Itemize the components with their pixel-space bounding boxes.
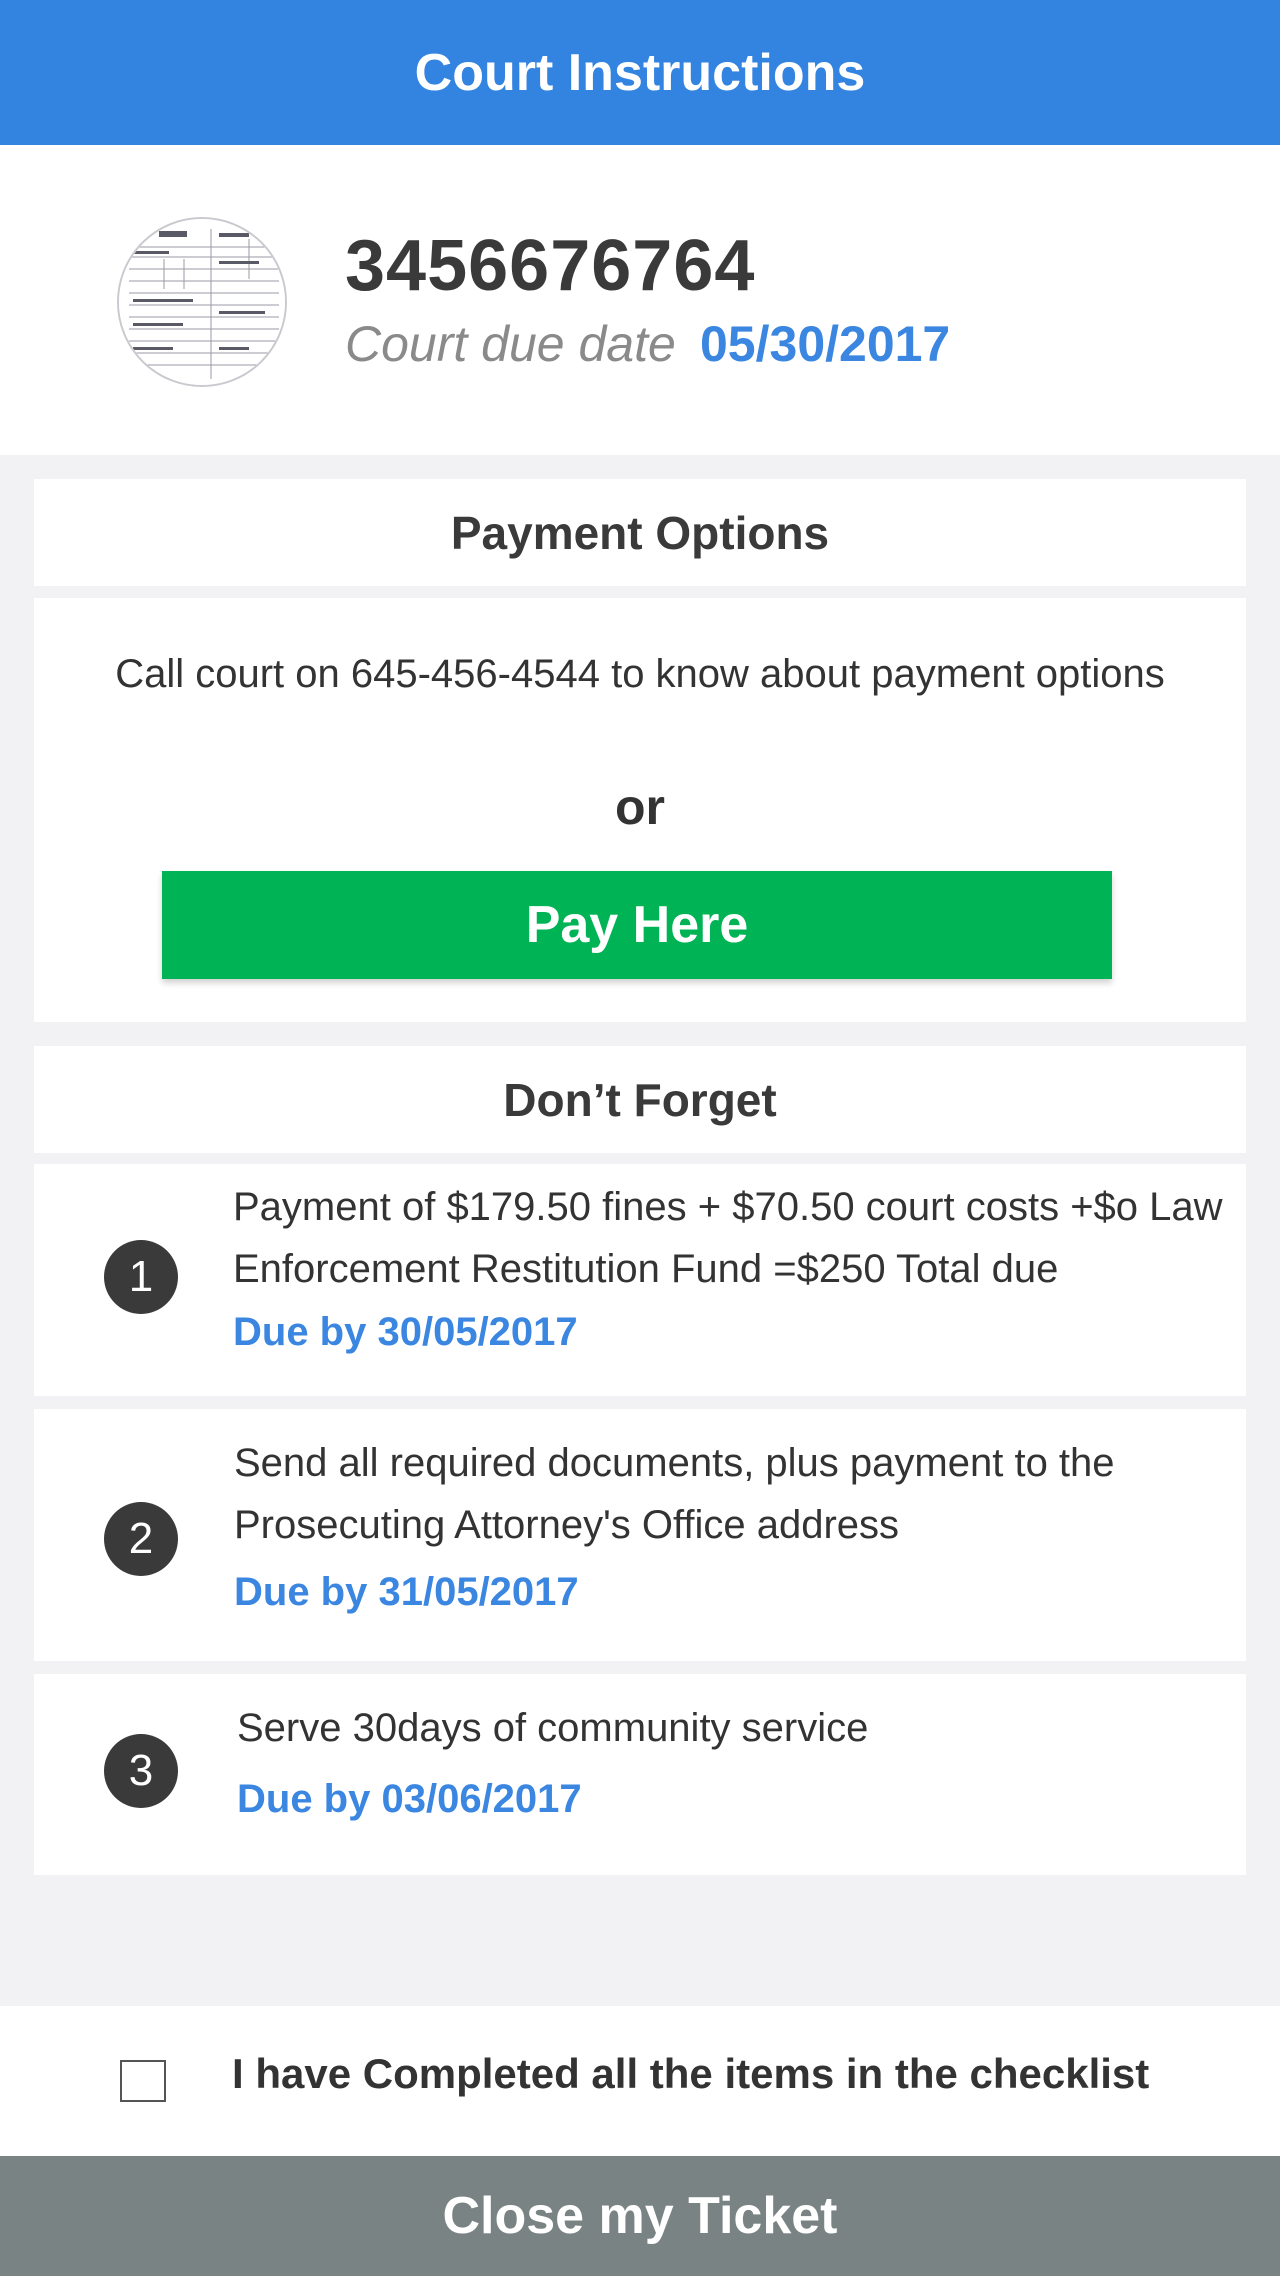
- step-number-badge: 3: [104, 1734, 178, 1808]
- payment-options-card: Call court on 645-456-4544 to know about…: [34, 598, 1246, 1022]
- step-number-badge: 1: [104, 1240, 178, 1314]
- checklist-item-1: 1 Payment of $179.50 fines + $70.50 cour…: [34, 1164, 1246, 1396]
- ticket-number: 3456676764: [345, 226, 756, 306]
- checklist-item-text: Send all required documents, plus paymen…: [234, 1441, 1115, 1547]
- checklist-item-due: Due by 30/05/2017: [233, 1310, 578, 1354]
- or-separator: or: [615, 779, 665, 835]
- close-ticket-button[interactable]: Close my Ticket: [0, 2156, 1280, 2276]
- dont-forget-title: Don’t Forget: [503, 1073, 777, 1126]
- ticket-document-thumbnail-icon[interactable]: [117, 217, 287, 387]
- checklist-item-text: Payment of $179.50 fines + $70.50 court …: [233, 1185, 1223, 1291]
- completion-checkbox[interactable]: [120, 2060, 166, 2102]
- payment-call-instructions: Call court on 645-456-4544 to know about…: [115, 652, 1165, 696]
- completion-checklist-row: I have Completed all the items in the ch…: [0, 2006, 1280, 2156]
- payment-options-heading: Payment Options: [34, 479, 1246, 586]
- page-title: Court Instructions: [414, 43, 866, 102]
- pay-here-button[interactable]: Pay Here: [162, 871, 1112, 979]
- step-number-badge: 2: [104, 1502, 178, 1576]
- checklist-item-text: Serve 30days of community service: [237, 1706, 869, 1750]
- app-header: Court Instructions: [0, 0, 1280, 145]
- court-due-label: Court due date: [345, 316, 676, 372]
- checklist-item-due: Due by 31/05/2017: [234, 1570, 579, 1614]
- checklist-item-due: Due by 03/06/2017: [237, 1777, 582, 1821]
- dont-forget-heading: Don’t Forget: [34, 1046, 1246, 1153]
- ticket-summary: 3456676764 Court due date 05/30/2017: [0, 145, 1280, 455]
- close-ticket-label: Close my Ticket: [442, 2187, 838, 2245]
- checklist-item-2: 2 Send all required documents, plus paym…: [34, 1409, 1246, 1661]
- court-due-date: 05/30/2017: [700, 316, 951, 372]
- checklist-item-3: 3 Serve 30days of community service Due …: [34, 1674, 1246, 1875]
- completion-checkbox-label[interactable]: I have Completed all the items in the ch…: [232, 2050, 1149, 2098]
- payment-options-title: Payment Options: [450, 506, 830, 559]
